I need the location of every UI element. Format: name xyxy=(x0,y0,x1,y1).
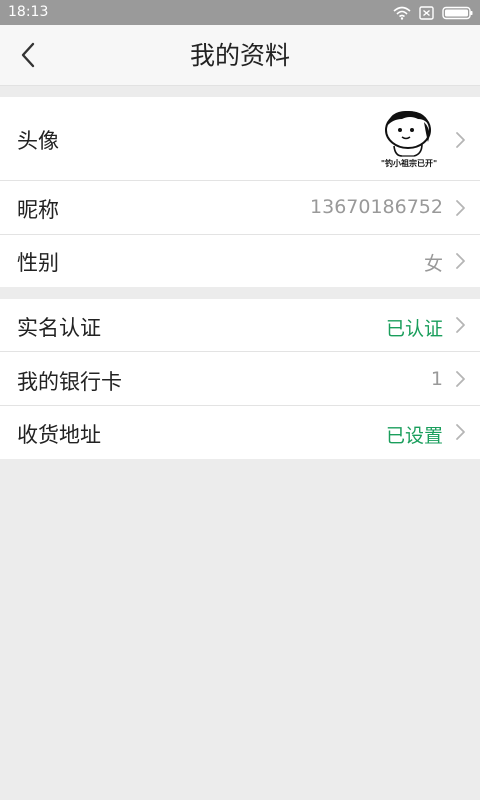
bank-card-label: 我的银行卡 xyxy=(17,370,122,394)
real-name-label: 实名认证 xyxy=(17,316,101,340)
bank-card-count: 1 xyxy=(430,368,443,390)
nickname-row[interactable]: 昵称 13670186752 xyxy=(0,181,480,235)
real-name-row[interactable]: 实名认证 已认证 xyxy=(0,299,480,352)
bank-card-row[interactable]: 我的银行卡 1 xyxy=(0,352,480,406)
avatar-row-label: 头像 xyxy=(17,129,59,153)
wifi-icon xyxy=(393,6,411,20)
gender-label: 性别 xyxy=(17,251,59,275)
avatar-caption: "钓小祖宗已开" xyxy=(381,158,437,168)
nav-bar: 我的资料 xyxy=(0,25,480,86)
status-bar: 18:13 xyxy=(0,0,480,25)
chevron-right-icon xyxy=(456,253,465,269)
real-name-status: 已认证 xyxy=(385,318,443,340)
nickname-value: 13670186752 xyxy=(310,196,443,218)
chevron-right-icon xyxy=(456,424,465,440)
chevron-right-icon xyxy=(456,200,465,216)
avatar-row[interactable]: 头像 "钓小祖宗已开" xyxy=(0,97,480,181)
sim-icon xyxy=(419,5,434,20)
status-icons xyxy=(393,4,474,21)
address-row[interactable]: 收货地址 已设置 xyxy=(0,406,480,459)
address-status: 已设置 xyxy=(385,425,443,447)
nickname-label: 昵称 xyxy=(17,198,59,222)
chevron-right-icon xyxy=(456,132,465,148)
status-time: 18:13 xyxy=(8,4,49,20)
battery-icon xyxy=(442,6,473,19)
avatar: "钓小祖宗已开" xyxy=(381,110,437,168)
gender-row[interactable]: 性别 女 xyxy=(0,235,480,287)
address-label: 收货地址 xyxy=(17,423,101,447)
account-group: 实名认证 已认证 我的银行卡 1 收货地址 已设置 xyxy=(0,299,480,459)
chevron-right-icon xyxy=(456,317,465,333)
gender-value: 女 xyxy=(423,253,443,275)
profile-group: 头像 "钓小祖宗已开" 昵称 13670186752 性别 女 xyxy=(0,97,480,287)
chevron-right-icon xyxy=(456,371,465,387)
page-title: 我的资料 xyxy=(189,41,290,70)
